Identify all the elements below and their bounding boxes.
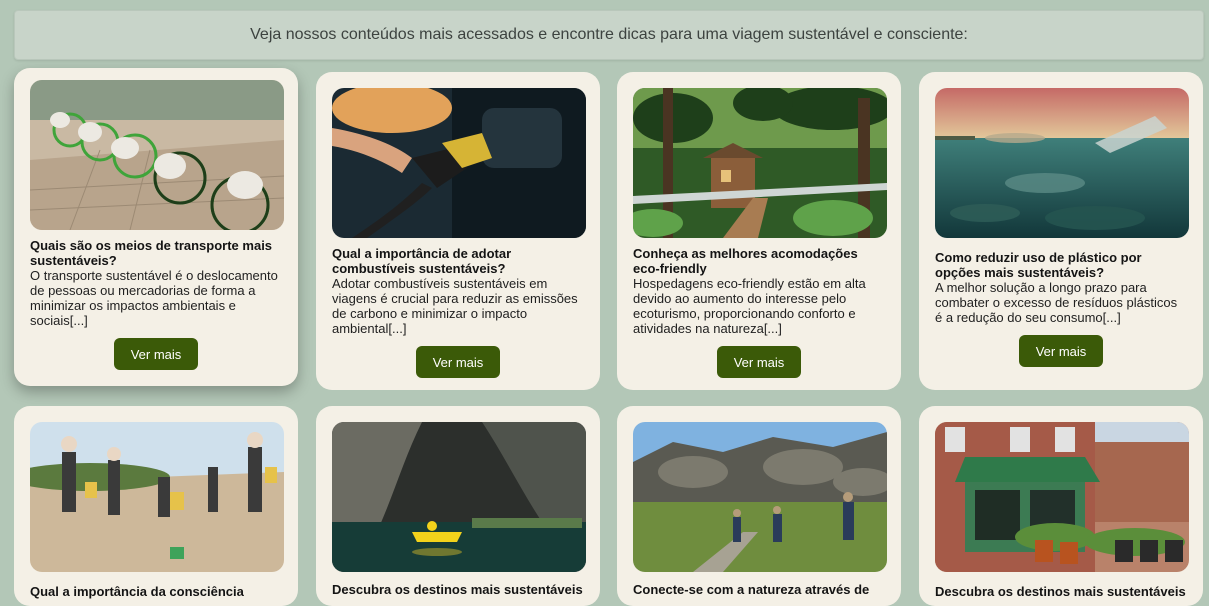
fuel-nozzle-image: [332, 88, 586, 238]
card-title: Qual a importância de adotar combustívei…: [332, 246, 512, 276]
card-description: A melhor solução a longo prazo para comb…: [935, 280, 1178, 325]
beach-cleanup-image: [30, 422, 284, 572]
article-card[interactable]: Qual a importância da consciência: [14, 406, 298, 606]
card-description: O transporte sustentável é o deslocament…: [30, 268, 278, 328]
card-description: Adotar combustíveis sustentáveis em viag…: [332, 276, 578, 336]
intro-banner-text: Veja nossos conteúdos mais acessados e e…: [250, 26, 968, 43]
jungle-treehouse-image: [633, 88, 887, 238]
article-card[interactable]: Conheça as melhores acomodações eco-frie…: [617, 72, 901, 390]
card-title: Conecte-se com a natureza através de: [633, 582, 870, 597]
card-title: Descubra os destinos mais sustentáveis: [935, 584, 1186, 599]
ver-mais-button[interactable]: Ver mais: [114, 338, 198, 370]
ver-mais-button[interactable]: Ver mais: [717, 346, 801, 378]
card-title: Descubra os destinos mais sustentáveis: [332, 582, 583, 597]
article-card[interactable]: Descubra os destinos mais sustentáveis: [316, 406, 600, 606]
card-title: Como reduzir uso de plástico por opções …: [935, 250, 1142, 280]
card-description: Hospedagens eco-friendly estão em alta d…: [633, 276, 866, 336]
ocean-plastic-image: [935, 88, 1189, 238]
article-card[interactable]: Descubra os destinos mais sustentáveis: [919, 406, 1203, 606]
card-title: Conheça as melhores acomodações eco-frie…: [633, 246, 858, 276]
cave-kayak-image: [332, 422, 586, 572]
intro-banner: Veja nossos conteúdos mais acessados e e…: [14, 10, 1204, 60]
hiking-trail-image: [633, 422, 887, 572]
ver-mais-button[interactable]: Ver mais: [416, 346, 500, 378]
card-title: Quais são os meios de transporte mais su…: [30, 238, 273, 268]
article-card[interactable]: Como reduzir uso de plástico por opções …: [919, 72, 1203, 390]
article-card[interactable]: Qual a importância de adotar combustívei…: [316, 72, 600, 390]
article-card[interactable]: Quais são os meios de transporte mais su…: [14, 68, 298, 386]
card-title: Qual a importância da consciência: [30, 584, 244, 599]
bicycle-sharing-image: [30, 80, 284, 230]
article-card[interactable]: Conecte-se com a natureza através de: [617, 406, 901, 606]
storefront-image: [935, 422, 1189, 572]
ver-mais-button[interactable]: Ver mais: [1019, 335, 1103, 367]
